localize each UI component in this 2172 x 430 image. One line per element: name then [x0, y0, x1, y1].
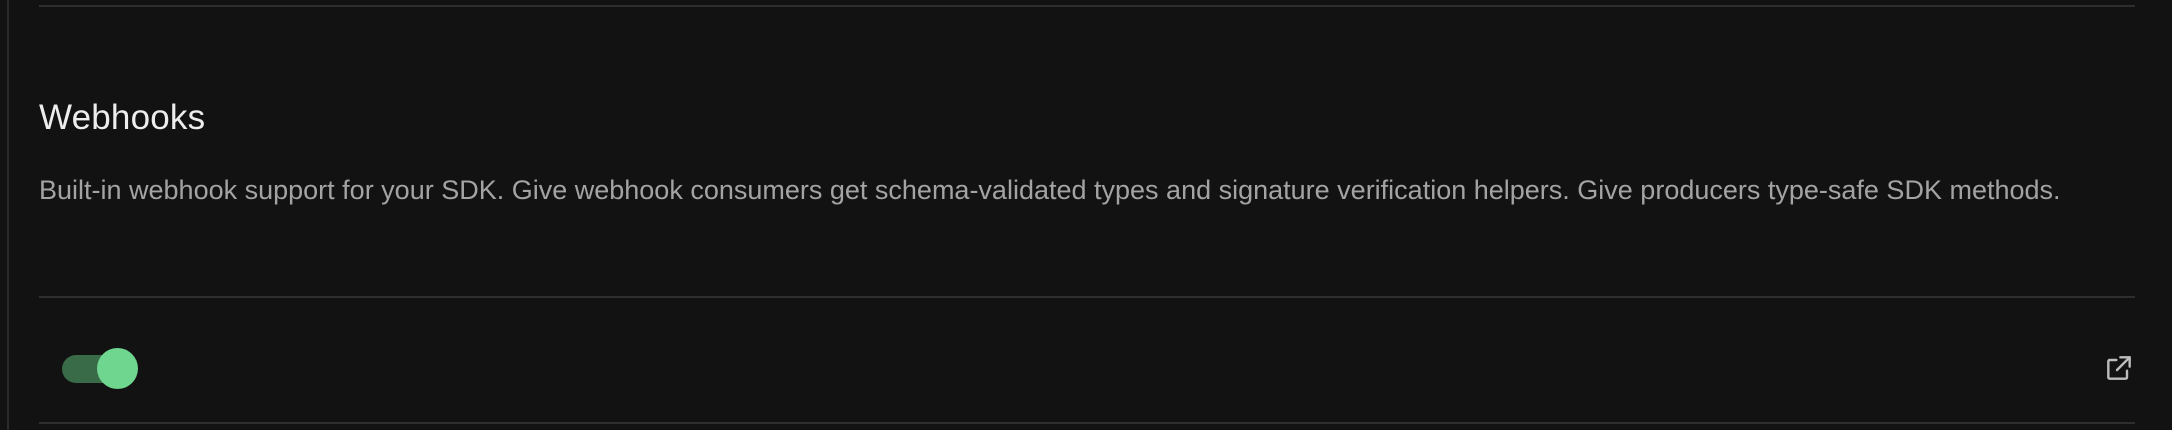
bottom-divider — [39, 422, 2135, 424]
panel-left-border — [7, 0, 9, 430]
feature-title: Webhooks — [39, 98, 206, 137]
external-link-icon[interactable] — [2103, 352, 2135, 384]
webhooks-toggle[interactable] — [62, 348, 138, 389]
section-divider — [39, 296, 2135, 298]
feature-description: Built-in webhook support for your SDK. G… — [39, 175, 2061, 205]
webhooks-section: Webhooks Built-in webhook support for yo… — [39, 0, 2135, 430]
feature-panel: Webhooks Built-in webhook support for yo… — [0, 0, 2172, 430]
toggle-knob — [97, 348, 138, 389]
